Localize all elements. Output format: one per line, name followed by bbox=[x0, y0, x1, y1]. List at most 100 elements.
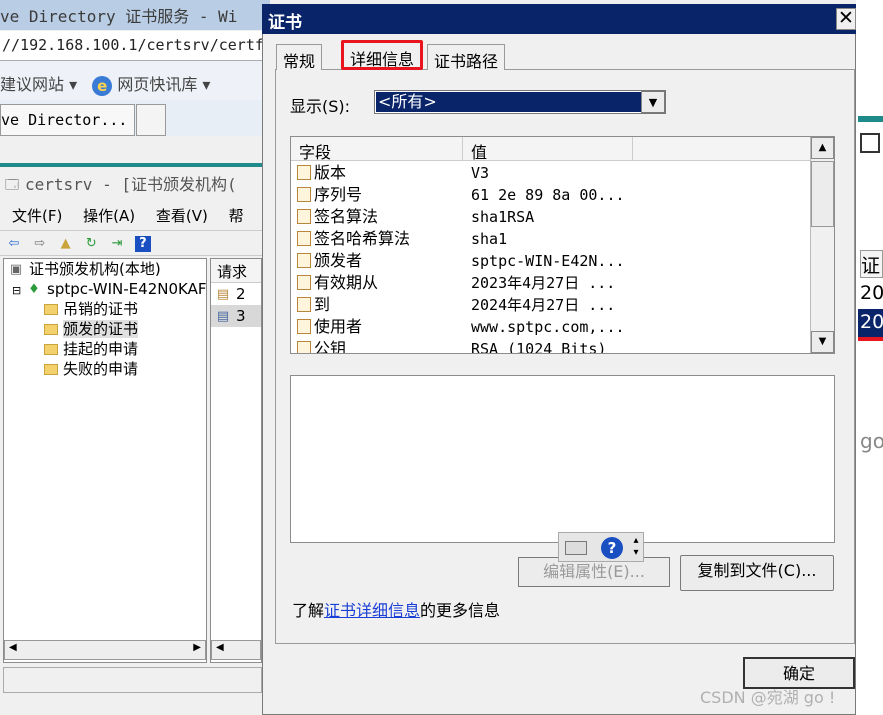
tree-item-ca[interactable]: ⊟ ♦ sptpc-WIN-E42N0KAF bbox=[4, 279, 206, 299]
menu-help[interactable]: 帮 bbox=[229, 207, 244, 225]
copy-to-file-button[interactable]: 复制到文件(C)... bbox=[680, 555, 834, 591]
certificate-details-link[interactable]: 证书详细信息 bbox=[324, 601, 420, 620]
field-icon bbox=[297, 253, 311, 268]
table-row[interactable]: 颁发者 sptpc-WIN-E42N... bbox=[291, 250, 811, 272]
tree-item-failed[interactable]: 失败的申请 bbox=[4, 359, 206, 379]
floating-toolbar: ? ▴ ▾ bbox=[558, 532, 644, 562]
tab-certification-path[interactable]: 证书路径 bbox=[427, 44, 506, 71]
tree-item-pending[interactable]: 挂起的申请 bbox=[4, 339, 206, 359]
field-detail-box[interactable] bbox=[290, 375, 835, 543]
menu-view[interactable]: 查看(V) bbox=[156, 207, 208, 225]
scroll-left-icon[interactable]: ◀ bbox=[9, 642, 17, 653]
mmc-app-icon: 🗔 bbox=[4, 177, 20, 193]
mmc-title: 🗔 certsrv - [证书颁发机构( bbox=[4, 175, 237, 194]
help-icon[interactable]: ? bbox=[601, 537, 623, 559]
list-header-request[interactable]: 请求 bbox=[211, 259, 261, 283]
fields-rows: 版本 V3 序列号 61 2e 89 8a 00... 签名算法 sha1RSA 签名… bbox=[291, 162, 811, 353]
table-row[interactable]: 公钥 RSA (1024 Bits) bbox=[291, 338, 811, 353]
console-tree: ▣ 证书颁发机构(本地) ⊟ ♦ sptpc-WIN-E42N0KAF 吊销的证书 … bbox=[3, 258, 207, 663]
fields-vertical-scrollbar[interactable]: ▲ ▼ bbox=[810, 137, 834, 353]
scroll-up-icon[interactable]: ▲ bbox=[811, 137, 834, 159]
collapse-icon[interactable]: ⊟ bbox=[12, 284, 21, 297]
background-window-edge bbox=[856, 0, 883, 715]
scroll-down-icon[interactable]: ▼ bbox=[811, 331, 834, 353]
field-icon bbox=[297, 165, 311, 180]
cell-fragment: 20 bbox=[860, 282, 883, 304]
scroll-right-icon[interactable]: ▶ bbox=[193, 642, 201, 653]
more-options-icon[interactable]: ▴ ▾ bbox=[631, 535, 641, 561]
tree-horizontal-scrollbar[interactable]: ◀ ▶ bbox=[4, 640, 206, 660]
column-header-value[interactable]: 值 bbox=[463, 137, 633, 162]
menu-action[interactable]: 操作(A) bbox=[83, 207, 135, 225]
mmc-toolbar: ⇦ ⇨ ▲ ↻ ⇥ ? bbox=[0, 230, 262, 256]
column-header-fragment: 证 bbox=[860, 250, 883, 278]
watermark: CSDN @宛湖 go ! bbox=[700, 688, 836, 707]
dialog-title: 证书 bbox=[262, 4, 856, 34]
table-row[interactable]: 签名哈希算法 sha1 bbox=[291, 228, 811, 250]
maximize-icon[interactable] bbox=[860, 133, 880, 153]
certificate-icon: ▤ bbox=[216, 308, 230, 324]
list-item[interactable]: ▤ 2 bbox=[211, 283, 261, 305]
fields-list: 字段 值 版本 V3 序列号 61 2e 89 8a 00... 签名算法 sha1R… bbox=[290, 136, 835, 354]
request-list: 请求 ▤ 2 ▤ 3 ◀ bbox=[210, 258, 262, 663]
back-icon[interactable]: ⇦ bbox=[6, 236, 22, 252]
favorite-suggested-sites[interactable]: 建议网站 ▾ bbox=[0, 71, 77, 95]
field-icon bbox=[297, 187, 311, 202]
favorites-bar: 建议网站 ▾ e 网页快讯库 ▾ bbox=[0, 62, 262, 100]
field-icon bbox=[297, 209, 311, 224]
text-fragment: go bbox=[860, 429, 883, 453]
folder-icon bbox=[44, 364, 58, 375]
scroll-thumb[interactable] bbox=[811, 161, 834, 227]
tree-item-issued[interactable]: 颁发的证书 bbox=[4, 319, 206, 339]
show-dropdown-value: <所有> bbox=[376, 92, 641, 112]
tree-item-revoked[interactable]: 吊销的证书 bbox=[4, 299, 206, 319]
table-row[interactable]: 版本 V3 bbox=[291, 162, 811, 184]
field-icon bbox=[297, 231, 311, 246]
folder-icon bbox=[44, 304, 58, 315]
table-row[interactable]: 有效期从 2023年4月27日 ... bbox=[291, 272, 811, 294]
table-row[interactable]: 签名算法 sha1RSA bbox=[291, 206, 811, 228]
export-icon[interactable]: ⇥ bbox=[109, 236, 125, 252]
table-row[interactable]: 使用者 www.sptpc.com,... bbox=[291, 316, 811, 338]
tab-details[interactable]: 详细信息 bbox=[341, 40, 424, 70]
cell-fragment-selected: 20 bbox=[860, 311, 883, 333]
list-horizontal-scrollbar[interactable]: ◀ bbox=[211, 640, 261, 660]
field-icon bbox=[297, 319, 311, 334]
help-icon[interactable]: ? bbox=[134, 235, 151, 252]
chevron-down-icon[interactable]: ▼ bbox=[641, 91, 665, 113]
folder-icon bbox=[44, 324, 58, 335]
up-folder-icon[interactable]: ▲ bbox=[58, 236, 74, 252]
list-item[interactable]: ▤ 3 bbox=[211, 305, 261, 327]
menu-file[interactable]: 文件(F) bbox=[12, 207, 62, 225]
refresh-icon[interactable]: ↻ bbox=[83, 236, 99, 252]
close-button[interactable]: ✕ bbox=[836, 8, 856, 30]
ie-new-tab-button[interactable] bbox=[136, 104, 166, 136]
favorite-web-slice-gallery[interactable]: 网页快讯库 ▾ bbox=[117, 71, 210, 95]
keyboard-icon[interactable] bbox=[565, 541, 587, 555]
ie-tab[interactable]: ve Director... bbox=[0, 104, 135, 136]
column-header-field[interactable]: 字段 bbox=[291, 137, 463, 162]
ca-server-icon: ♦ bbox=[28, 281, 40, 297]
teal-accent bbox=[858, 116, 883, 122]
tree-item-root[interactable]: ▣ 证书颁发机构(本地) bbox=[4, 259, 206, 279]
field-icon bbox=[297, 341, 311, 353]
mmc-menu-bar: 文件(F) 操作(A) 查看(V) 帮 bbox=[0, 202, 262, 230]
table-row[interactable]: 序列号 61 2e 89 8a 00... bbox=[291, 184, 811, 206]
certificate-icon: ▤ bbox=[216, 286, 230, 302]
ie-icon: e bbox=[92, 75, 113, 96]
address-bar[interactable]: //192.168.100.1/certsrv/certf bbox=[0, 31, 262, 61]
learn-more-text: 了解证书详细信息的更多信息 bbox=[292, 601, 501, 620]
scroll-left-icon[interactable]: ◀ bbox=[216, 642, 224, 653]
tab-general[interactable]: 常规 bbox=[276, 44, 323, 71]
show-dropdown[interactable]: <所有> ▼ bbox=[374, 90, 666, 114]
table-row[interactable]: 到 2024年4月27日 ... bbox=[291, 294, 811, 316]
ie-window-title: ve Directory 证书服务 - Wi bbox=[0, 0, 270, 30]
folder-icon bbox=[44, 344, 58, 355]
ca-root-icon: ▣ bbox=[9, 261, 23, 277]
field-icon bbox=[297, 275, 311, 290]
show-label: 显示(S): bbox=[290, 97, 351, 116]
fields-header: 字段 值 bbox=[291, 137, 811, 162]
status-bar bbox=[3, 667, 262, 693]
forward-icon[interactable]: ⇨ bbox=[32, 236, 48, 252]
field-icon bbox=[297, 297, 311, 312]
